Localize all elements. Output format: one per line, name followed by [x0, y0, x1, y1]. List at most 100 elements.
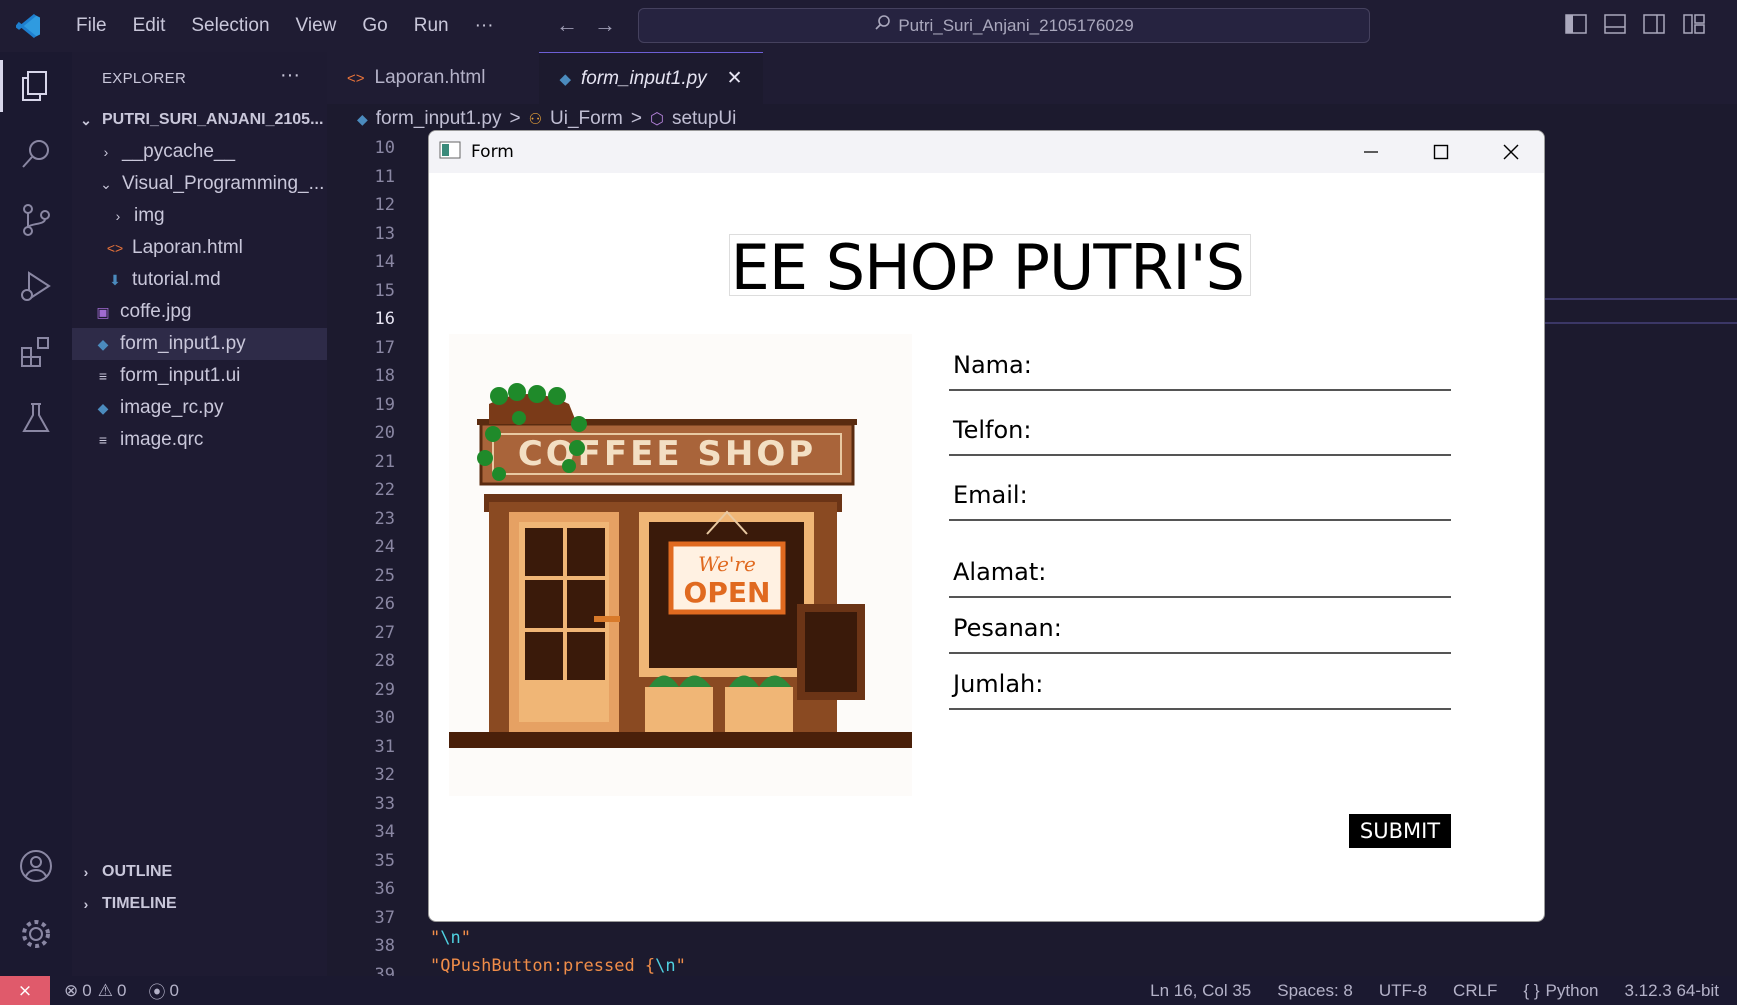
warning-icon[interactable]: ⚠	[98, 981, 113, 1001]
line-number: 34	[374, 822, 395, 842]
minimize-icon[interactable]	[1336, 131, 1406, 173]
tree-item-visual-programming[interactable]: ⌄ Visual_Programming_...	[72, 168, 327, 200]
tree-item-image-qrc[interactable]: ≡ image.qrc	[72, 424, 327, 456]
sign-were-text: We're	[698, 552, 756, 576]
tab-laporan-html[interactable]: <> Laporan.html	[327, 52, 539, 104]
menu-run[interactable]: Run	[414, 15, 449, 37]
tab-form-input1-py[interactable]: ◆ form_input1.py ✕	[539, 52, 763, 104]
maximize-icon[interactable]	[1406, 131, 1476, 173]
text-file-icon: ≡	[98, 432, 108, 448]
tree-item-label: form_input1.py	[120, 333, 246, 354]
email-label: Email:	[953, 481, 1028, 509]
text-file-icon: ≡	[98, 368, 108, 384]
chevron-right-icon: >	[509, 108, 521, 129]
toggle-secondary-sidebar-icon[interactable]	[1643, 14, 1665, 39]
tree-item-label: Visual_Programming_...	[122, 173, 325, 194]
explorer-icon[interactable]	[16, 66, 56, 106]
back-arrow-icon[interactable]: ←	[556, 12, 578, 38]
line-number: 28	[374, 651, 395, 671]
menu-view[interactable]: View	[296, 15, 337, 37]
timeline-section[interactable]: › TIMELINE	[72, 888, 327, 920]
menu-more[interactable]: ···	[475, 15, 494, 37]
braces-icon: { }	[1523, 980, 1540, 1000]
form-titlebar[interactable]: Form	[429, 131, 1544, 173]
source-control-icon[interactable]	[16, 200, 56, 240]
tree-item-image-rc-py[interactable]: ◆ image_rc.py	[72, 392, 327, 424]
line-number: 27	[374, 622, 395, 643]
menu-file[interactable]: File	[76, 15, 107, 37]
line-number: 21	[374, 451, 395, 472]
tree-item-pycache[interactable]: › __pycache__	[72, 136, 327, 168]
workspace-root[interactable]: ⌄ PUTRI_SURI_ANJANI_2105...	[72, 104, 327, 136]
pesanan-field[interactable]: Pesanan:	[949, 614, 1451, 654]
tree-item-coffe-jpg[interactable]: ▣ coffe.jpg	[72, 296, 327, 328]
title-bar: File Edit Selection View Go Run ··· ← → …	[0, 0, 1737, 52]
explorer-more-button[interactable]: ···	[280, 64, 300, 87]
account-icon[interactable]	[16, 846, 56, 886]
menu-selection[interactable]: Selection	[191, 15, 269, 37]
search-view-icon[interactable]	[16, 134, 56, 174]
coffee-shop-illustration: COFFEE SHOP We're OPEN	[449, 334, 912, 796]
telfon-field[interactable]: Telfon:	[949, 416, 1451, 456]
line-number: 19	[374, 394, 395, 415]
close-icon[interactable]	[1476, 131, 1544, 173]
image-file-icon: ▣	[96, 303, 110, 320]
tree-item-form-input1-py[interactable]: ◆ form_input1.py	[72, 328, 327, 360]
language-mode[interactable]: { } Python	[1523, 981, 1598, 1001]
toggle-panel-icon[interactable]	[1604, 14, 1626, 39]
tree-item-laporan-html[interactable]: <> Laporan.html	[72, 232, 327, 264]
menu-go[interactable]: Go	[362, 15, 387, 37]
toggle-sidebar-icon[interactable]	[1565, 14, 1587, 39]
encoding[interactable]: UTF-8	[1379, 981, 1427, 1001]
status-bar: ⨯ ⊗ 0 ⚠ 0 ⦿ 0 Ln 16, Col 35 Spaces: 8 UT…	[0, 976, 1737, 1005]
tree-item-label: img	[134, 205, 165, 226]
testing-flask-icon[interactable]	[16, 398, 56, 438]
alamat-field[interactable]: Alamat:	[949, 558, 1451, 598]
tree-item-label: Laporan.html	[132, 237, 243, 258]
line-number: 11	[374, 166, 395, 187]
jumlah-field[interactable]: Jumlah:	[949, 670, 1451, 710]
nama-field[interactable]: Nama:	[949, 351, 1451, 391]
customize-layout-icon[interactable]	[1683, 14, 1705, 39]
line-number: 22	[374, 480, 395, 500]
remote-indicator-icon[interactable]: ⨯	[0, 976, 50, 1005]
line-ending[interactable]: CRLF	[1453, 981, 1497, 1001]
ports-icon[interactable]: ⦿	[148, 978, 165, 1003]
cursor-position[interactable]: Ln 16, Col 35	[1150, 981, 1251, 1001]
line-number: 24	[374, 537, 395, 557]
breadcrumb-file[interactable]: form_input1.py	[376, 108, 502, 130]
run-debug-icon[interactable]	[16, 266, 56, 306]
code-token: "QPushButton:pressed {	[430, 956, 656, 976]
python-file-icon: ◆	[559, 70, 571, 88]
tree-item-img[interactable]: › img	[72, 200, 327, 232]
tree-item-form-input1-ui[interactable]: ≡ form_input1.ui	[72, 360, 327, 392]
html-file-icon: <>	[347, 69, 365, 87]
email-field[interactable]: Email:	[949, 481, 1451, 521]
breadcrumb: ◆ form_input1.py > ⚇ Ui_Form > ⬡ setupUi	[357, 108, 736, 130]
alamat-label: Alamat:	[953, 558, 1047, 586]
outline-section[interactable]: › OUTLINE	[72, 856, 327, 888]
error-icon[interactable]: ⊗	[64, 981, 78, 1001]
form-title: Form	[471, 142, 514, 162]
breadcrumb-method[interactable]: setupUi	[672, 108, 736, 130]
html-file-icon: <>	[106, 240, 124, 256]
close-tab-icon[interactable]: ✕	[727, 67, 743, 90]
tree-item-tutorial-md[interactable]: ⬇ tutorial.md	[72, 264, 327, 296]
explorer-title: EXPLORER	[102, 70, 187, 87]
settings-gear-icon[interactable]	[16, 914, 56, 954]
command-center-search[interactable]: Putri_Suri_Anjani_2105176029	[638, 8, 1370, 43]
code-line-38[interactable]: "\n"	[430, 928, 471, 948]
code-line-39[interactable]: "QPushButton:pressed {\n"	[430, 956, 686, 976]
extensions-icon[interactable]	[16, 332, 56, 372]
submit-button[interactable]: SUBMIT	[1349, 814, 1451, 848]
breadcrumb-class[interactable]: Ui_Form	[550, 108, 623, 130]
indentation[interactable]: Spaces: 8	[1277, 981, 1353, 1001]
activity-bar	[0, 52, 72, 976]
forward-arrow-icon[interactable]: →	[594, 12, 616, 38]
line-number: 29	[374, 679, 395, 700]
jumlah-label: Jumlah:	[953, 670, 1044, 698]
line-number: 25	[374, 565, 395, 586]
python-interpreter[interactable]: 3.12.3 64-bit	[1624, 981, 1719, 1001]
line-number: 10	[374, 138, 395, 158]
menu-edit[interactable]: Edit	[133, 15, 166, 37]
